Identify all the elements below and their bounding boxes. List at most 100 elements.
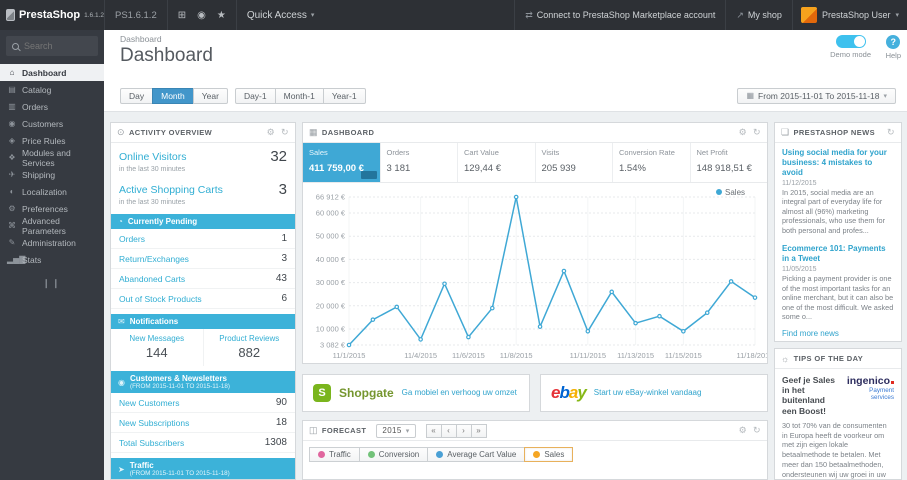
sidebar-item-modules[interactable]: ❖ Modules and Services (0, 148, 104, 168)
pending-row-out-of-stock[interactable]: Out of Stock Products 6 (111, 289, 295, 309)
legend-label: Conversion (378, 450, 420, 459)
pending-row-abandoned-carts[interactable]: Abandoned Carts 43 (111, 269, 295, 289)
help-button[interactable]: ? Help (886, 35, 901, 60)
range-button-day-1[interactable]: Day-1 (234, 87, 276, 104)
new-messages-cell[interactable]: New Messages 144 (111, 329, 204, 366)
online-visitors-value: 32 (270, 148, 287, 165)
product-reviews-cell[interactable]: Product Reviews 882 (204, 329, 296, 366)
kpi-label: Visits (541, 148, 560, 157)
forecast-panel: ◫ FORECAST 2015 ▾ « ‹ › » ⚙ ↻ Traffic Co… (302, 420, 768, 480)
kpi-sales[interactable]: Sales 411 759,00 € (303, 143, 381, 182)
user-menu[interactable]: PrestaShop User ▾ (791, 0, 907, 30)
cart-icon[interactable]: ⊞ (178, 10, 186, 21)
next-page-button[interactable]: › (455, 423, 472, 438)
kpi-visits[interactable]: Visits 205 939 (536, 143, 613, 182)
news-panel-header: ❏ PRESTASHOP NEWS ↻ (775, 123, 901, 143)
sidebar-item-label: Localization (22, 186, 67, 197)
star-icon[interactable]: ★ (217, 10, 226, 21)
search-input[interactable] (24, 41, 94, 51)
legend-average-cart-value[interactable]: Average Cart Value (427, 447, 526, 462)
sidebar-item-catalog[interactable]: ▤ Catalog (0, 81, 104, 98)
ebay-promo: ebay Start uw eBay-winkel vandaag (540, 374, 768, 412)
news-article: Using social media for your business: 4 … (775, 143, 901, 239)
range-button-month[interactable]: Month (152, 87, 194, 104)
pending-row-orders[interactable]: Orders 1 (111, 229, 295, 249)
collapse-menu-icon[interactable]: ❙❙ (0, 278, 104, 289)
range-button-day[interactable]: Day (120, 87, 154, 104)
range-button-year-1[interactable]: Year-1 (322, 87, 366, 104)
sidebar-item-customers[interactable]: ◉ Customers (0, 115, 104, 132)
kpi-cart-value[interactable]: Cart Value 129,44 € (458, 143, 536, 182)
forecast-legend: Traffic Conversion Average Cart Value Sa… (303, 441, 767, 468)
kpi-orders[interactable]: Orders 3 181 (381, 143, 458, 182)
refresh-icon[interactable]: ↻ (281, 127, 289, 138)
sidebar-item-label: Preferences (22, 203, 68, 214)
sidebar-item-preferences[interactable]: ⚙ Preferences (0, 200, 104, 217)
sidebar-item-administration[interactable]: ✎ Administration (0, 234, 104, 251)
online-visitors-link[interactable]: Online Visitors (119, 151, 187, 163)
sidebar-item-orders[interactable]: ▥ Orders (0, 98, 104, 115)
shopgate-link[interactable]: Ga mobiel en verhoog uw omzet (402, 388, 517, 398)
traffic-header: ➤ Traffic (FROM 2015-11-01 TO 2015-11-18… (111, 458, 295, 479)
caret-down-icon: ▾ (883, 92, 887, 100)
previous-page-button[interactable]: ‹ (440, 423, 457, 438)
customers-row-new-subscriptions[interactable]: New Subscriptions 18 (111, 413, 295, 433)
notifications-columns: New Messages 144 Product Reviews 882 (111, 329, 295, 366)
legend-sales[interactable]: Sales (524, 447, 574, 462)
calendar-icon: ▦ (746, 91, 755, 100)
sidebar-item-stats[interactable]: ▂▅▇ Stats (0, 251, 104, 268)
ebay-logo: ebay (551, 383, 587, 402)
tips-headline: Geef je Sales in het buitenland een Boos… (782, 375, 835, 416)
sidebar-item-localization[interactable]: ◐ Localization (0, 183, 104, 200)
refresh-icon[interactable]: ↻ (753, 127, 761, 138)
customers-icon: ◉ (8, 119, 16, 128)
my-shop-link[interactable]: ↗ My shop (725, 0, 792, 30)
last-page-button[interactable]: » (470, 423, 487, 438)
forecast-year-select[interactable]: 2015 ▾ (376, 423, 416, 438)
first-page-button[interactable]: « (425, 423, 442, 438)
legend-label: Sales (544, 450, 565, 459)
active-carts-link[interactable]: Active Shopping Carts (119, 184, 223, 196)
gear-icon[interactable]: ⚙ (739, 127, 747, 138)
marketplace-link[interactable]: ⇄ Connect to PrestaShop Marketplace acco… (514, 0, 725, 30)
kpi-row: Sales 411 759,00 € Orders 3 181 Cart Val… (303, 143, 767, 183)
breadcrumb[interactable]: Dashboard (120, 34, 162, 44)
customers-row-total-subscribers[interactable]: Total Subscribers 1308 (111, 433, 295, 453)
sidebar-item-price-rules[interactable]: ◈ Price Rules (0, 132, 104, 149)
gear-icon[interactable]: ⚙ (739, 425, 747, 436)
kpi-net-profit[interactable]: Net Profit 148 918,51 € (691, 143, 768, 182)
sidebar-item-dashboard[interactable]: ⌂ Dashboard (0, 64, 104, 81)
pending-row-returns[interactable]: Return/Exchanges 3 (111, 249, 295, 269)
refresh-icon[interactable]: ↻ (887, 127, 895, 138)
activity-overview-panel: ⊙ ACTIVITY OVERVIEW ⚙ ↻ Online Visitors … (110, 122, 296, 480)
find-more-news-link[interactable]: Find more news (775, 326, 901, 341)
svg-text:40 000 €: 40 000 € (316, 255, 346, 264)
help-label: Help (885, 51, 901, 60)
demo-mode-toggle[interactable] (835, 35, 866, 48)
refresh-icon[interactable]: ↻ (753, 425, 761, 436)
range-button-year[interactable]: Year (192, 87, 228, 104)
row-label: Total Subscribers (119, 437, 185, 448)
online-visitors-sub: in the last 30 minutes (119, 166, 186, 173)
prestashop-logo[interactable]: PrestaShop 1.6.1.2 (0, 0, 104, 30)
quick-access-menu[interactable]: Quick Access ▾ (235, 0, 325, 30)
forecast-year-value: 2015 (382, 426, 402, 435)
sidebar-item-advanced-parameters[interactable]: ⌘ Advanced Parameters (0, 216, 104, 236)
date-range-picker[interactable]: ▦ From 2015-11-01 To 2015-11-18 ▾ (737, 87, 896, 104)
shop-version: PS1.6.1.2 (104, 0, 167, 30)
gear-icon[interactable]: ⚙ (267, 127, 275, 138)
customers-newsletters-subtitle: (FROM 2015-11-01 TO 2015-11-18) (129, 383, 230, 390)
ebay-link[interactable]: Start uw eBay-winkel vandaag (594, 388, 702, 398)
customers-row-new-customers[interactable]: New Customers 90 (111, 393, 295, 413)
kpi-conversion-rate[interactable]: Conversion Rate 1.54% (613, 143, 691, 182)
dashboard-panel-title: DASHBOARD (321, 128, 375, 137)
news-article-title[interactable]: Ecommerce 101: Payments in a Tweet (782, 244, 894, 264)
news-article-title[interactable]: Using social media for your business: 4 … (782, 148, 894, 178)
legend-traffic[interactable]: Traffic (309, 447, 360, 462)
sidebar-item-shipping[interactable]: ✈ Shipping (0, 166, 104, 183)
customer-icon[interactable]: ◉ (197, 10, 206, 21)
row-label: New Customers (119, 397, 180, 408)
shopgate-logo-icon: S (313, 384, 331, 402)
legend-conversion[interactable]: Conversion (358, 447, 429, 462)
range-button-month-1[interactable]: Month-1 (274, 87, 324, 104)
